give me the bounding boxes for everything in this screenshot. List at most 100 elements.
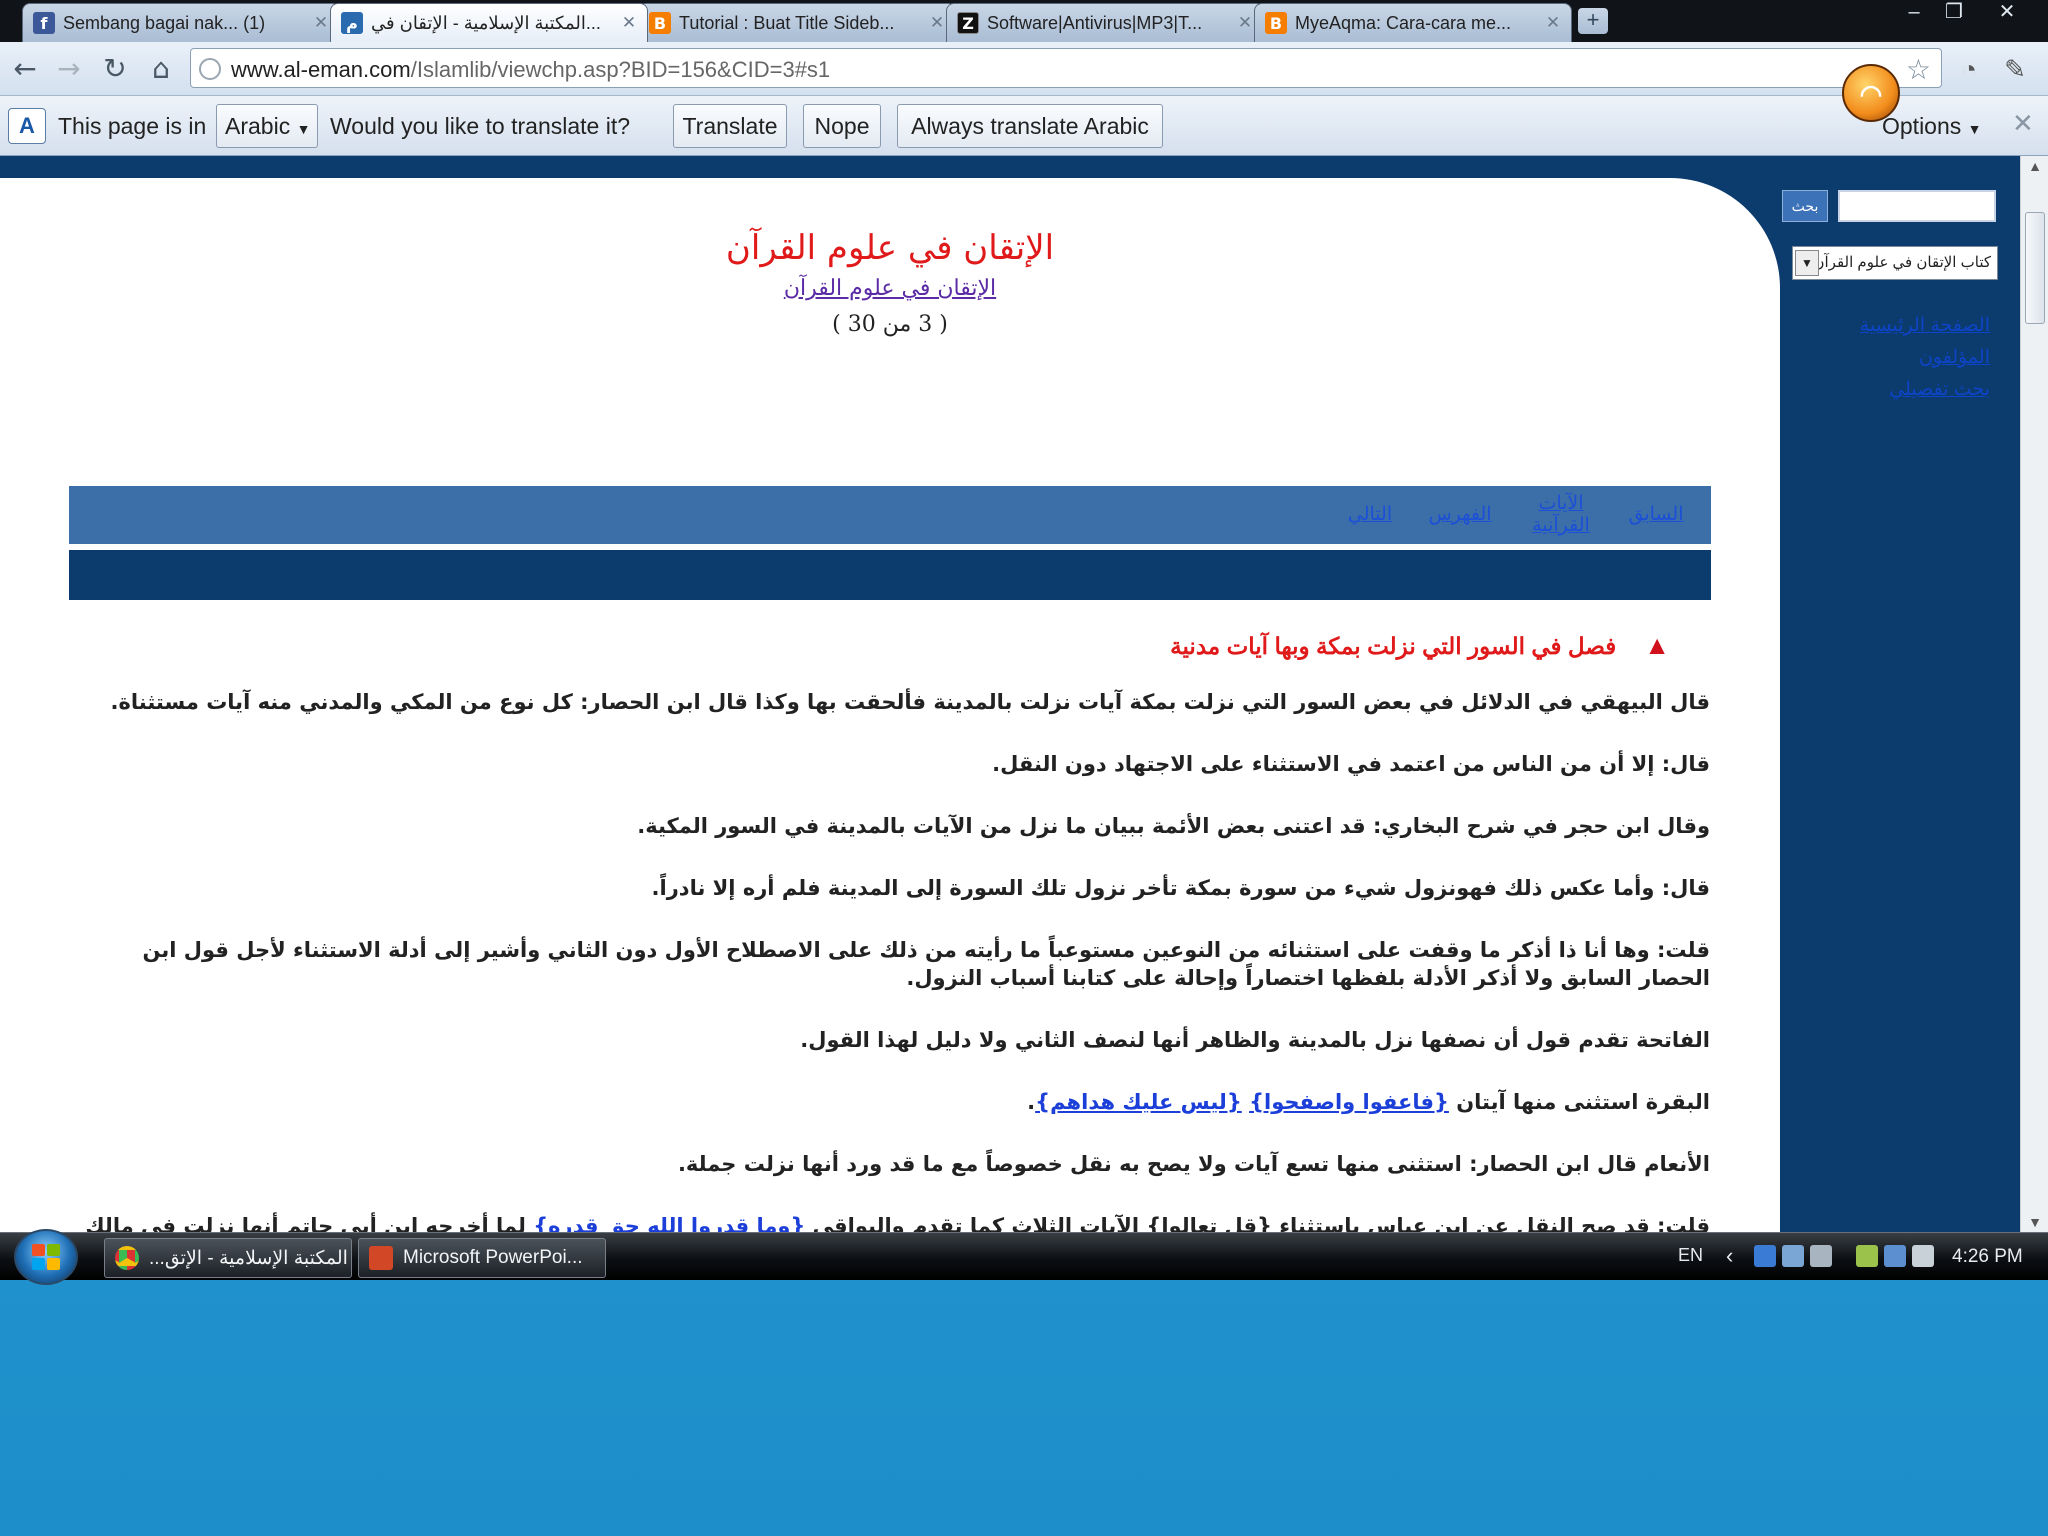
search-input[interactable] xyxy=(1838,190,1996,222)
scroll-down-icon[interactable]: ▼ xyxy=(2021,1214,2048,1230)
powerpoint-icon xyxy=(369,1246,393,1270)
paragraph-text: . xyxy=(1027,1090,1036,1114)
network-icon[interactable] xyxy=(1782,1245,1804,1267)
tab-title: Software|Antivirus|MP3|T... xyxy=(987,12,1203,33)
back-icon[interactable]: ← xyxy=(8,52,42,86)
reload-icon[interactable]: ↻ xyxy=(98,52,132,86)
paragraph: البقرة استثنى منها آيتان {فاعفوا واصفحوا… xyxy=(74,1088,1710,1116)
book-select[interactable]: ▼ كتاب الإتقان في علوم القرآن xyxy=(1792,246,1998,280)
tab-title: MyeAqma: Cara-cara me... xyxy=(1295,12,1512,33)
section-heading: ▲فصل في السور التي نزلت بمكة وبها آيات م… xyxy=(1170,630,1670,660)
antivirus-icon[interactable] xyxy=(1754,1245,1776,1267)
tab-tutorial[interactable]: B Tutorial : Buat Title Sideb... ✕ xyxy=(638,3,956,42)
paragraph: الأنعام قال ابن الحصار: استثنى منها تسع … xyxy=(74,1150,1710,1178)
minimize-button[interactable]: – xyxy=(1896,0,1932,26)
content-panel: الإتقان في علوم القرآن الإتقان في علوم ا… xyxy=(0,178,1780,1232)
page-count: ( 3 من 30 ) xyxy=(832,312,948,337)
paragraph: قال البيهقي في الدلائل في بعض السور التي… xyxy=(74,688,1710,716)
browser-tab-strip: f Sembang bagai nak... (1) ✕ م ...المكتب… xyxy=(0,0,2048,42)
book-link[interactable]: الإتقان في علوم القرآن xyxy=(0,276,1780,301)
start-button[interactable] xyxy=(14,1229,78,1285)
facebook-icon: f xyxy=(33,12,55,34)
verse-link[interactable]: {ليس عليك هداهم} xyxy=(1035,1090,1242,1114)
clock[interactable]: 4:26 PM xyxy=(1952,1246,2023,1268)
close-icon[interactable]: ✕ xyxy=(621,13,637,33)
power-icon[interactable] xyxy=(1856,1245,1878,1267)
paragraph-text: قال: إلا أن من الناس من اعتمد في الاستثن… xyxy=(992,752,1710,776)
desktop: f Sembang bagai nak... (1) ✕ م ...المكتب… xyxy=(0,0,2048,1536)
always-translate-button[interactable]: Always translate Arabic xyxy=(897,104,1163,148)
tab-al-eman[interactable]: م ...المكتبة الإسلامية - الإتقان في ✕ xyxy=(330,3,648,42)
paragraph-text: وقال ابن حجر في شرح البخاري: قد اعتنى بع… xyxy=(637,814,1710,838)
translate-icon: A xyxy=(8,108,46,144)
scroll-thumb[interactable] xyxy=(2025,212,2045,324)
volume-icon[interactable] xyxy=(1912,1245,1934,1267)
nav-verses-link[interactable]: الآيات القرآنية xyxy=(1521,486,1601,544)
taskbar-item-chrome[interactable]: المكتبة الإسلامية - الإتق... xyxy=(104,1238,352,1278)
translate-prefix: This page is in xyxy=(58,113,207,139)
window-close-button[interactable]: ✕ xyxy=(1986,0,2028,26)
paragraph: قلت: قد صح النقل عن ابن عباس باستثناء {ق… xyxy=(74,1212,1710,1232)
maximize-button[interactable]: ❐ xyxy=(1936,0,1972,26)
language-indicator[interactable]: EN xyxy=(1678,1245,1703,1266)
paragraph: قلت: وها أنا ذا أذكر ما وقفت على استثنائ… xyxy=(74,936,1710,992)
paragraph: الفاتحة تقدم قول أن نصفها نزل بالمدينة و… xyxy=(74,1026,1710,1054)
bookmark-star-icon[interactable]: ☆ xyxy=(1906,53,1931,86)
forward-icon[interactable]: → xyxy=(52,52,86,86)
paragraph-text: قلت: قد صح النقل عن ابن عباس باستثناء {ق… xyxy=(805,1214,1710,1232)
tab-facebook[interactable]: f Sembang bagai nak... (1) ✕ xyxy=(22,3,340,42)
monitor-icon[interactable] xyxy=(1810,1245,1832,1267)
paragraph: وقال ابن حجر في شرح البخاري: قد اعتنى بع… xyxy=(74,812,1710,840)
verse-link[interactable]: {فاعفوا واصفحوا} xyxy=(1249,1090,1449,1114)
tab-myeaqma[interactable]: B MyeAqma: Cara-cara me... ✕ xyxy=(1254,3,1572,42)
paragraph-text: الأنعام قال ابن الحصار: استثنى منها تسع … xyxy=(677,1152,1710,1176)
browser-toolbar: ← → ↻ ⌂ www.al-eman.com/Islamlib/viewchp… xyxy=(0,42,2048,96)
nope-button[interactable]: Nope xyxy=(803,104,881,148)
tab-software[interactable]: Z Software|Antivirus|MP3|T... ✕ xyxy=(946,3,1264,42)
windows-logo-icon xyxy=(32,1244,60,1270)
verse-link[interactable]: {وما قدروا الله حق قدره} xyxy=(533,1214,805,1232)
z-icon: Z xyxy=(957,12,979,34)
close-icon[interactable]: ✕ xyxy=(313,13,329,33)
tab-title: Sembang bagai nak... (1) xyxy=(63,12,266,33)
close-icon[interactable]: ✕ xyxy=(1545,13,1561,33)
scroll-up-icon[interactable]: ▲ xyxy=(2021,158,2048,174)
home-link[interactable]: الصفحة الرئيسية xyxy=(1800,314,1990,337)
address-bar[interactable]: www.al-eman.com/Islamlib/viewchp.asp?BID… xyxy=(190,48,1942,88)
nav-index-link[interactable]: الفهرس xyxy=(1415,486,1505,544)
close-icon[interactable]: ✕ xyxy=(1237,13,1253,33)
wrench-icon[interactable]: ✎ xyxy=(1998,52,2032,86)
paragraph-text: قال البيهقي في الدلائل في بعض السور التي… xyxy=(110,690,1710,714)
extension-icon[interactable]: ◔ xyxy=(1952,52,1986,86)
nav-previous-link[interactable]: السابق xyxy=(1611,486,1701,544)
taskbar-item-powerpoint[interactable]: Microsoft PowerPoi... xyxy=(358,1238,606,1278)
connection-icon[interactable] xyxy=(1884,1245,1906,1267)
show-hidden-icons-icon[interactable]: ‹ xyxy=(1726,1243,1733,1269)
page-title: الإتقان في علوم القرآن xyxy=(725,228,1055,268)
translate-button[interactable]: Translate xyxy=(673,104,787,148)
infobar-close-icon[interactable]: ✕ xyxy=(2012,108,2034,139)
advanced-search-link[interactable]: بحث تفصيلي xyxy=(1800,378,1990,401)
paragraph-text: قلت: وها أنا ذا أذكر ما وقفت على استثنائ… xyxy=(142,938,1710,990)
language-select[interactable]: Arabic ▼ xyxy=(216,104,318,148)
nav-next-link[interactable]: التالي xyxy=(1335,486,1405,544)
options-menu[interactable]: Options ▼ xyxy=(1882,113,1982,140)
home-icon[interactable]: ⌂ xyxy=(144,52,178,86)
url-text: www.al-eman.com/Islamlib/viewchp.asp?BID… xyxy=(231,57,831,82)
chevron-down-icon: ▼ xyxy=(296,121,311,137)
translate-question: Would you like to translate it? xyxy=(330,113,631,139)
chapter-nav-bar: السابق الآيات القرآنية الفهرس التالي xyxy=(69,486,1711,544)
translate-infobar: A This page is in Arabic ▼ Would you lik… xyxy=(0,96,2048,156)
paragraph: قال: إلا أن من الناس من اعتمد في الاستثن… xyxy=(74,750,1710,778)
chrome-icon xyxy=(115,1246,139,1270)
vertical-scrollbar[interactable]: ▲ ▼ xyxy=(2020,156,2048,1232)
extension-badge-icon[interactable]: ◠ xyxy=(1842,64,1900,122)
close-icon[interactable]: ✕ xyxy=(929,13,945,33)
authors-link[interactable]: المؤلفون xyxy=(1800,346,1990,369)
blogger-icon: B xyxy=(649,12,671,34)
tab-title: Tutorial : Buat Title Sideb... xyxy=(679,12,895,33)
search-button[interactable]: بحث xyxy=(1782,190,1828,222)
new-tab-button[interactable]: + xyxy=(1578,8,1608,34)
windows-taskbar: المكتبة الإسلامية - الإتق... Microsoft P… xyxy=(0,1229,2048,1285)
site-icon: م xyxy=(341,12,363,34)
